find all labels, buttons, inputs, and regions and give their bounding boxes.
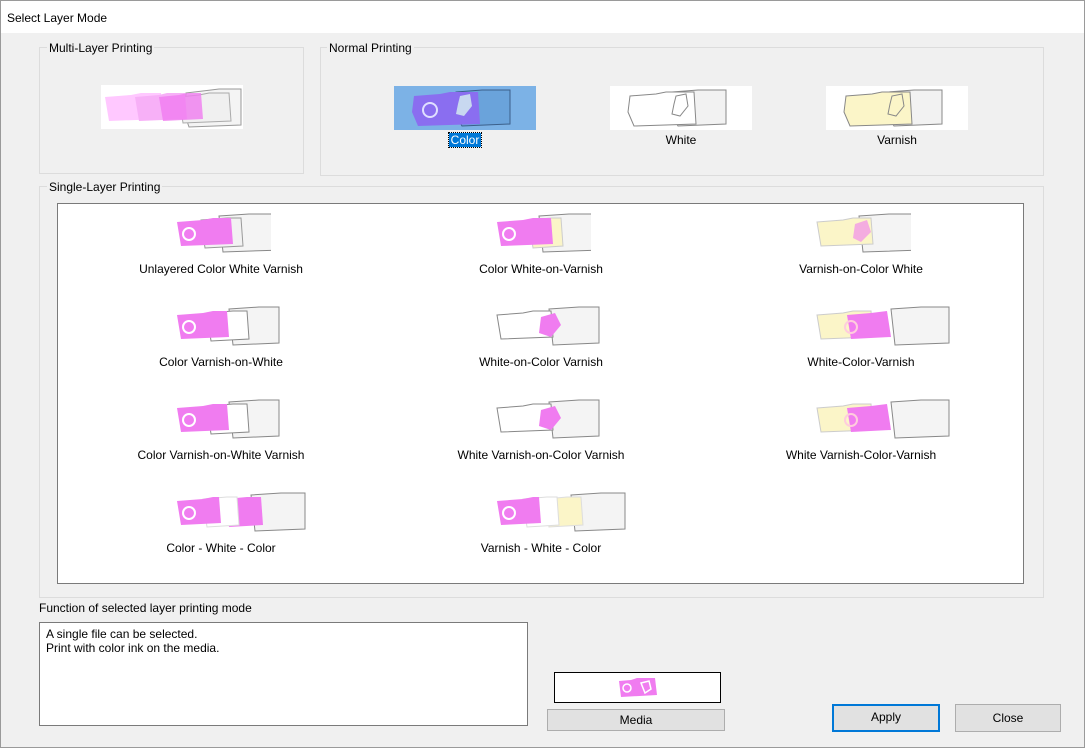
media-preview [554,672,721,703]
single-mode-item[interactable]: Varnish-on-Color White [721,210,1001,280]
close-button[interactable]: Close [955,704,1061,732]
mode-varnish-label: Varnish [877,133,917,147]
single-mode-label: Varnish - White - Color [480,541,602,555]
single-mode-item[interactable]: White Varnish-Color-Varnish [721,396,1001,466]
single-mode-label: White-Color-Varnish [807,355,915,369]
single-mode-item[interactable]: White-Color-Varnish [721,303,1001,373]
description-line: Print with color ink on the media. [46,641,220,655]
multi-layer-mode[interactable] [101,85,243,129]
function-description: A single file can be selected. Print wit… [39,622,528,726]
single-mode-item[interactable]: Color White-on-Varnish [401,210,681,280]
single-mode-label: White Varnish-Color-Varnish [785,448,937,462]
single-mode-item[interactable]: White Varnish-on-Color Varnish [401,396,681,466]
select-layer-mode-dialog: Select Layer Mode Multi-Layer Printing N… [0,0,1085,748]
single-mode-item[interactable]: Color Varnish-on-White [81,303,361,373]
mode-color-label: Color [447,132,483,148]
mode-white[interactable]: White [610,86,752,147]
multi-layer-icon [105,88,242,128]
single-mode-label: White Varnish-on-Color Varnish [457,448,625,462]
single-mode-item[interactable]: White-on-Color Varnish [401,303,681,373]
single-mode-item[interactable]: Color Varnish-on-White Varnish [81,396,361,466]
mode-white-label: White [665,133,697,147]
media-button[interactable]: Media [547,709,725,731]
white-mode-image [610,86,752,130]
dialog-title: Select Layer Mode [7,11,108,25]
single-mode-label: Color Varnish-on-White Varnish [137,448,305,462]
single-mode-label: Color White-on-Varnish [479,262,603,276]
single-mode-item[interactable]: Color - White - Color [81,489,361,559]
media-preview-icon [619,678,657,697]
normal-printing-label: Normal Printing [327,41,414,55]
single-mode-label: Unlayered Color White Varnish [139,262,303,276]
single-mode-item[interactable]: Unlayered Color White Varnish [81,210,361,280]
color-mode-image [394,86,536,130]
apply-button[interactable]: Apply [832,704,940,732]
varnish-mode-image [826,86,968,130]
single-mode-label: Varnish-on-Color White [799,262,923,276]
single-mode-label: Color Varnish-on-White [159,355,283,369]
single-layer-list: Unlayered Color White Varnish Color Whit… [57,203,1024,584]
single-mode-label: Color - White - Color [166,541,276,555]
single-mode-item[interactable]: Varnish - White - Color [401,489,681,559]
description-line: A single file can be selected. [46,627,198,641]
single-layer-label: Single-Layer Printing [47,180,163,194]
multi-layer-label: Multi-Layer Printing [47,41,155,55]
single-mode-label: White-on-Color Varnish [479,355,603,369]
function-label: Function of selected layer printing mode [39,601,252,615]
mode-varnish[interactable]: Varnish [826,86,968,147]
title-bar: Select Layer Mode [1,1,1084,33]
mode-color[interactable]: Color [394,86,536,148]
